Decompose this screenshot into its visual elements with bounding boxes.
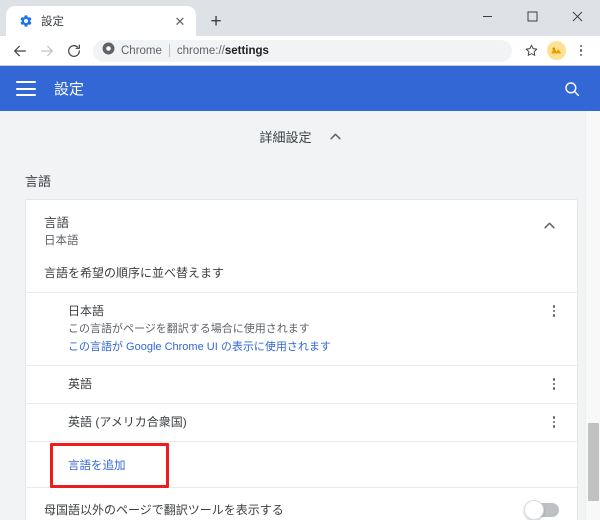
language-name: 英語 xyxy=(68,377,93,392)
three-dot-menu-icon xyxy=(552,416,556,428)
advanced-settings-label: 詳細設定 xyxy=(259,129,312,145)
close-window-button[interactable] xyxy=(555,0,600,32)
collapse-chevron-up-icon[interactable] xyxy=(539,215,559,235)
settings-content: 詳細設定 言語 言語 日本語 言語を希望の順序に並べ替えます 日本語 この言語が… xyxy=(0,111,600,520)
reload-button[interactable] xyxy=(61,38,87,64)
languages-card: 言語 日本語 言語を希望の順序に並べ替えます 日本語 この言語がページを翻訳する… xyxy=(25,199,578,520)
reorder-instruction: 言語を希望の順序に並べ替えます xyxy=(44,266,225,281)
omnibox-url-prefix: chrome:// xyxy=(176,44,225,57)
search-icon[interactable] xyxy=(560,77,584,101)
chrome-logo-icon xyxy=(102,42,115,60)
minimize-button[interactable] xyxy=(465,0,510,32)
languages-card-title: 言語 xyxy=(44,216,70,230)
gear-icon xyxy=(18,14,33,29)
settings-header: 設定 xyxy=(0,66,600,111)
close-icon[interactable]: ✕ xyxy=(172,13,188,29)
language-row-menu-button[interactable] xyxy=(543,375,565,390)
browser-window: 設定 ✕ + Chrome chrome://settings 設定 詳細設定 … xyxy=(0,0,600,520)
translate-offer-label: 母国語以外のページで翻訳ツールを表示する xyxy=(44,503,284,518)
chevron-up-icon xyxy=(329,127,341,145)
three-dot-menu-icon xyxy=(552,378,556,390)
new-tab-button[interactable]: + xyxy=(202,7,230,35)
three-dot-menu-icon xyxy=(552,305,556,317)
address-bar[interactable]: Chrome chrome://settings xyxy=(93,39,512,62)
language-row-texts: 英語 xyxy=(68,375,543,393)
omnibox-divider xyxy=(168,44,170,57)
forward-button[interactable] xyxy=(34,38,60,64)
tab-title: 設定 xyxy=(41,16,64,28)
language-ui-note: この言語が Google Chrome UI の表示に使用されます xyxy=(68,341,331,354)
browser-menu-button[interactable] xyxy=(569,39,593,63)
translate-offer-toggle[interactable] xyxy=(524,499,559,520)
three-dot-menu-icon xyxy=(579,44,583,57)
extension-badge xyxy=(546,41,566,60)
site-chip-label: Chrome xyxy=(121,44,162,57)
extension-icon[interactable] xyxy=(544,39,568,63)
maximize-button[interactable] xyxy=(510,0,555,32)
scrollbar-thumb[interactable] xyxy=(588,423,599,501)
omnibox-url: chrome://settings xyxy=(177,45,269,57)
language-row-texts: 日本語 この言語がページを翻訳する場合に使用されます この言語が Google … xyxy=(68,302,543,356)
add-language-link[interactable]: 言語を追加 xyxy=(68,457,126,473)
language-name: 英語 (アメリカ合衆国) xyxy=(68,415,187,430)
language-row-menu-button[interactable] xyxy=(543,413,565,428)
bookmark-star-icon[interactable] xyxy=(519,39,543,63)
back-button[interactable] xyxy=(7,38,33,64)
list-item[interactable]: 英語 xyxy=(26,365,577,403)
vertical-scrollbar[interactable] xyxy=(585,111,600,520)
site-chip: Chrome xyxy=(102,42,162,60)
languages-card-subtitle: 日本語 xyxy=(44,235,79,248)
list-item[interactable]: 日本語 この言語がページを翻訳する場合に使用されます この言語が Google … xyxy=(26,292,577,365)
browser-tab-settings[interactable]: 設定 ✕ xyxy=(6,6,196,36)
omnibox-url-path: settings xyxy=(224,44,269,57)
section-title-languages: 言語 xyxy=(25,174,52,189)
browser-toolbar: Chrome chrome://settings xyxy=(0,36,600,66)
language-name: 日本語 xyxy=(68,304,105,319)
language-row-menu-button[interactable] xyxy=(543,302,565,317)
window-controls xyxy=(465,0,600,32)
advanced-settings-toggle[interactable]: 詳細設定 xyxy=(0,111,600,161)
hamburger-icon[interactable] xyxy=(16,81,36,96)
translate-offer-row: 母国語以外のページで翻訳ツールを表示する xyxy=(26,487,577,520)
languages-card-header-text: 言語 日本語 xyxy=(44,214,539,250)
language-description: この言語がページを翻訳する場合に使用されます xyxy=(68,323,310,336)
tab-strip: 設定 ✕ + xyxy=(0,0,600,36)
toggle-knob xyxy=(524,499,544,520)
languages-card-header[interactable]: 言語 日本語 xyxy=(26,200,577,262)
language-row-texts: 英語 (アメリカ合衆国) xyxy=(68,413,543,431)
add-language-row: 言語を追加 xyxy=(26,441,577,489)
list-item[interactable]: 英語 (アメリカ合衆国) xyxy=(26,403,577,441)
page-title: 設定 xyxy=(54,81,85,98)
language-list: 日本語 この言語がページを翻訳する場合に使用されます この言語が Google … xyxy=(26,292,577,441)
